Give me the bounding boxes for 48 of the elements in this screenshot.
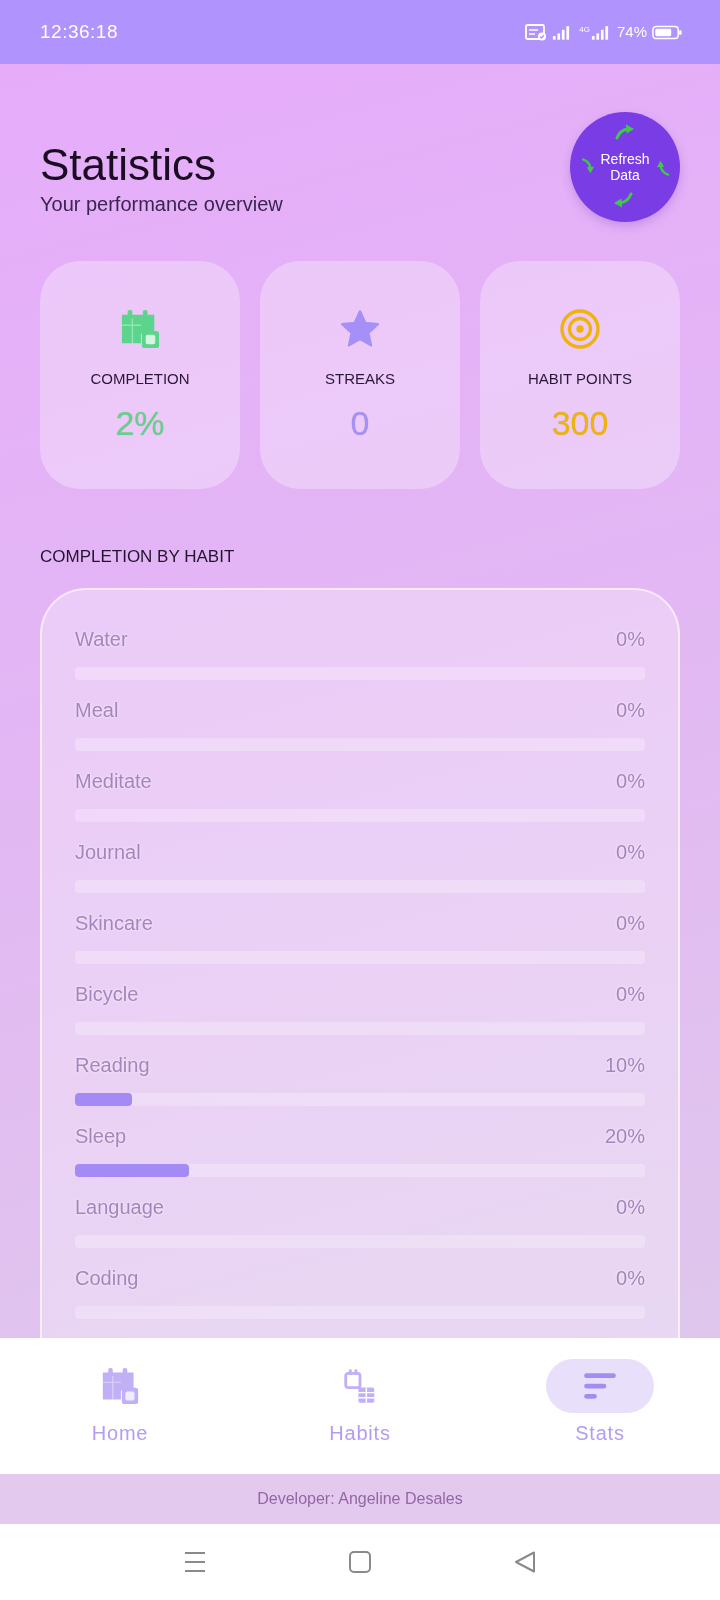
- habit-percent: 0%: [616, 1195, 645, 1219]
- habit-percent: 0%: [616, 982, 645, 1006]
- habit-name: Meditate: [75, 769, 152, 793]
- home-button[interactable]: [348, 1550, 372, 1574]
- habit-name: Journal: [75, 840, 141, 864]
- habit-percent: 0%: [616, 698, 645, 722]
- bars-icon: [546, 1359, 654, 1413]
- habit-name: Skincare: [75, 911, 153, 935]
- stat-value: 2%: [115, 403, 165, 443]
- page-subtitle: Your performance overview: [40, 192, 283, 217]
- status-time: 12:36:18: [40, 21, 118, 43]
- habit-name: Water: [75, 627, 128, 651]
- habit-percent: 0%: [616, 1266, 645, 1290]
- battery-percent: 74%: [616, 23, 647, 41]
- nav-tab[interactable]: Stats: [546, 1338, 654, 1453]
- habit-name: Coding: [75, 1266, 139, 1290]
- image-icon: [525, 23, 548, 41]
- habit-percent: 0%: [616, 840, 645, 864]
- arrow-icon: [614, 123, 636, 141]
- battery-icon: [652, 24, 682, 40]
- network-type: 4G: [579, 25, 590, 34]
- calendar-icon: [101, 1367, 139, 1405]
- habit-name: Bicycle: [75, 982, 139, 1006]
- signal-icon: [552, 24, 571, 40]
- nav-tab[interactable]: Home: [66, 1338, 174, 1453]
- stat-label: HABIT POINTS: [528, 369, 632, 389]
- habit-percent: 20%: [604, 1124, 645, 1148]
- habit-percent: 10%: [604, 1053, 645, 1077]
- habit-name: Sleep: [75, 1124, 127, 1148]
- stat-label: STREAKS: [325, 369, 395, 389]
- stat-value: 300: [551, 403, 609, 443]
- refresh-data-button[interactable]: Refresh Data: [570, 112, 680, 222]
- stat-value: 0: [350, 403, 370, 443]
- nav-tab[interactable]: Habits: [306, 1338, 414, 1453]
- habit-percent: 0%: [616, 911, 645, 935]
- back-button[interactable]: [513, 1550, 537, 1574]
- section-title: COMPLETION BY HABIT: [40, 546, 236, 568]
- habit-name: Meal: [75, 698, 119, 722]
- menu-button[interactable]: [183, 1550, 207, 1574]
- habit-name: Language: [75, 1195, 164, 1219]
- habit-percent: 0%: [616, 627, 645, 651]
- signal-icon: [590, 24, 609, 40]
- habit-name: Reading: [75, 1053, 150, 1077]
- stat-label: COMPLETION: [90, 369, 190, 389]
- developer-credit: Developer: Angeline Desales: [257, 1489, 463, 1509]
- habit-percent: 0%: [616, 769, 645, 793]
- page-title: Statistics: [40, 139, 218, 191]
- arrow-icon: [612, 191, 634, 209]
